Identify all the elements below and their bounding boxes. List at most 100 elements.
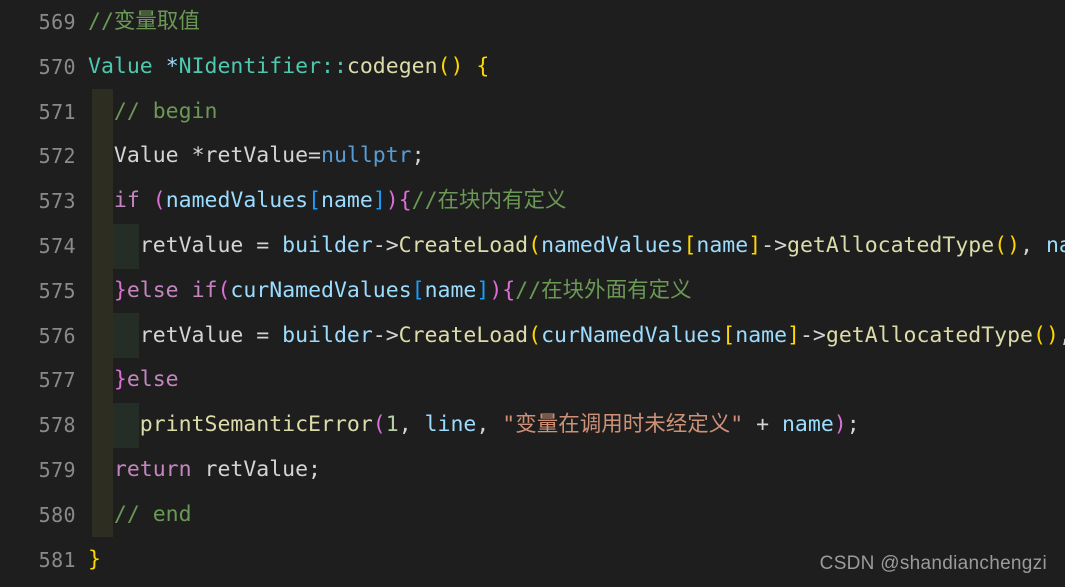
code-token: ) xyxy=(450,53,464,79)
line-content[interactable]: // end xyxy=(88,493,192,538)
code-token: CreateLoad xyxy=(398,232,529,258)
line-number: 569 xyxy=(38,10,76,34)
code-token: ] xyxy=(748,232,762,258)
code-token: * xyxy=(165,53,179,79)
code-line-list: 569 //变量取值 570 Value *NIdentifier::codeg… xyxy=(0,0,1065,582)
code-line-row[interactable]: 576 retValue = builder->CreateLoad(curNa… xyxy=(0,314,1065,359)
code-token: { xyxy=(476,53,490,79)
line-content[interactable]: Value *NIdentifier::codegen() { xyxy=(88,45,489,90)
code-token: line xyxy=(424,412,477,438)
line-content[interactable]: Value *retValue=nullptr; xyxy=(88,134,425,179)
code-token: } xyxy=(113,277,127,303)
code-token: 1 xyxy=(385,412,399,438)
code-token: getAllocatedType xyxy=(787,232,995,258)
code-token: [ xyxy=(683,232,697,258)
line-number: 580 xyxy=(38,502,76,527)
code-token: // end xyxy=(113,501,192,527)
line-number: 571 xyxy=(38,99,76,124)
code-token: if xyxy=(191,277,218,303)
code-token: //在块内有定义 xyxy=(411,188,567,214)
code-token: // begin xyxy=(113,98,218,124)
code-token: + xyxy=(743,412,782,438)
code-token: ] xyxy=(476,277,490,303)
code-token: return xyxy=(113,456,192,482)
code-token: ) xyxy=(1045,322,1059,348)
line-content[interactable]: }else xyxy=(88,358,179,403)
line-number: 570 xyxy=(38,54,76,79)
line-number: 581 xyxy=(38,547,76,572)
code-token: :: xyxy=(321,53,347,79)
code-token: ( xyxy=(1032,322,1046,348)
code-token: name xyxy=(735,322,788,348)
code-token: NIdentifier xyxy=(178,53,322,79)
code-token: { xyxy=(398,188,412,214)
code-token: , xyxy=(398,412,425,438)
code-token: ) xyxy=(385,188,399,214)
code-token: nullptr xyxy=(321,143,412,169)
code-token: [ xyxy=(722,322,736,348)
line-number: 578 xyxy=(38,413,76,438)
code-line-row[interactable]: 578 printSemanticError(1, line, "变量在调用时未… xyxy=(0,403,1065,448)
line-number: 572 xyxy=(38,144,76,169)
code-line-row[interactable]: 577 }else xyxy=(0,358,1065,403)
code-line-row[interactable]: 575 }else if(curNamedValues[name]){//在块外… xyxy=(0,269,1065,314)
code-token: else xyxy=(126,367,179,393)
code-token: ) xyxy=(1007,232,1021,258)
code-token: ) xyxy=(833,412,847,438)
line-content[interactable]: // begin xyxy=(88,90,218,135)
code-token: ] xyxy=(372,188,386,214)
code-token: codegen xyxy=(346,53,438,79)
line-content[interactable]: printSemanticError(1, line, "变量在调用时未经定义"… xyxy=(88,403,860,448)
code-token: ; xyxy=(411,143,425,169)
code-token: Value xyxy=(88,53,153,79)
line-number: 575 xyxy=(38,278,76,303)
code-token: ( xyxy=(152,188,166,214)
code-line-row[interactable]: 571 // begin xyxy=(0,90,1065,135)
code-token: Value xyxy=(88,143,192,169)
code-line-row[interactable]: 579 return retValue; xyxy=(0,448,1065,493)
code-token: -> xyxy=(372,232,399,258)
code-token: if xyxy=(113,188,140,214)
code-token: retValue = xyxy=(88,232,283,258)
code-line-row[interactable]: 569 //变量取值 xyxy=(0,0,1065,45)
line-content[interactable]: return retValue; xyxy=(88,448,321,493)
line-content[interactable]: retValue = builder->CreateLoad(curNamedV… xyxy=(88,314,1065,359)
code-token: builder xyxy=(282,232,373,258)
code-token: curNamedValues xyxy=(541,322,723,348)
code-token: ) xyxy=(489,277,503,303)
code-line-row[interactable]: 580 // end xyxy=(0,493,1065,538)
code-token: namedValues xyxy=(541,232,684,258)
line-content[interactable]: retValue = builder->CreateLoad ( namedValu… xyxy=(88,224,1065,269)
code-token: ; xyxy=(846,412,860,438)
code-token: , xyxy=(1059,323,1065,348)
line-content[interactable]: }else if(curNamedValues[name]){//在块外面有定义 xyxy=(88,269,692,314)
code-line-row[interactable]: 574 retValue = builder->CreateLoad(named… xyxy=(0,224,1065,269)
code-token: ] xyxy=(787,322,800,348)
line-number: 577 xyxy=(38,368,76,393)
code-token: , xyxy=(1020,232,1046,258)
line-content[interactable]: //变量取值 xyxy=(88,0,200,45)
code-token: } xyxy=(88,546,101,572)
line-number: 576 xyxy=(38,323,76,348)
code-token: name xyxy=(781,412,834,438)
line-number: 579 xyxy=(38,457,76,482)
code-token: builder xyxy=(282,322,373,348)
code-token: getAllocatedType xyxy=(825,322,1033,348)
line-content[interactable]: if (namedValues[name]){//在块内有定义 xyxy=(88,179,567,224)
code-token: curNamedValues xyxy=(230,277,412,303)
code-line-row[interactable]: 572 Value *retValue=nullptr; xyxy=(0,134,1065,179)
code-line-row[interactable]: 570 Value *NIdentifier::codegen() { xyxy=(0,45,1065,90)
code-token: ( xyxy=(994,232,1008,258)
code-editor-viewport[interactable]: 569 //变量取值 570 Value *NIdentifier::codeg… xyxy=(0,0,1065,587)
code-line-row[interactable]: 573 if (namedValues[name]){//在块内有定义 xyxy=(0,179,1065,224)
line-content[interactable]: } xyxy=(88,538,101,583)
code-token: name xyxy=(696,232,749,258)
code-token: } xyxy=(113,367,127,393)
